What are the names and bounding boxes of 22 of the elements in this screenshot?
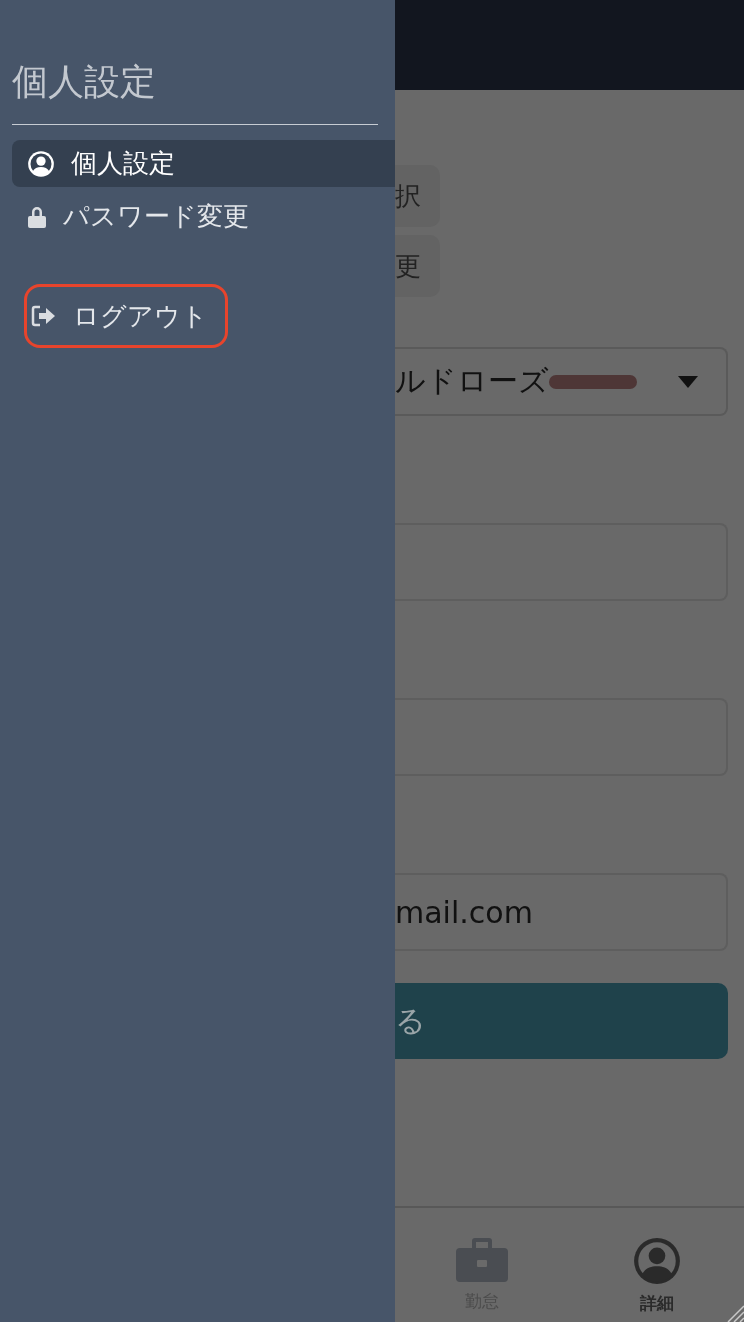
user-icon bbox=[27, 149, 55, 178]
input-field[interactable]: mail.com bbox=[395, 873, 728, 951]
input-field[interactable] bbox=[395, 523, 728, 601]
menu-item[interactable]: パスワード変更 bbox=[12, 193, 395, 240]
resize-grip-icon bbox=[726, 1304, 744, 1322]
option-button[interactable]: 更 bbox=[395, 235, 440, 297]
option-button[interactable]: 択 bbox=[395, 165, 440, 227]
select-field[interactable]: ルドローズ bbox=[395, 347, 728, 416]
briefcase-icon bbox=[454, 1236, 511, 1284]
drawer-title: 個人設定 bbox=[12, 60, 157, 104]
logout-icon bbox=[31, 305, 57, 327]
select-value: ルドローズ bbox=[395, 362, 549, 400]
logout-item[interactable]: ログアウト bbox=[24, 284, 228, 348]
menu-item[interactable]: 個人設定 bbox=[12, 140, 395, 187]
submit-button[interactable]: る bbox=[395, 983, 728, 1059]
nav-tab[interactable]: 詳細 bbox=[569, 1208, 744, 1322]
input-field[interactable] bbox=[395, 698, 728, 776]
nav-label: 詳細 bbox=[639, 1292, 674, 1315]
field-value: mail.com bbox=[395, 894, 533, 930]
lock-icon bbox=[27, 204, 47, 229]
user-icon bbox=[631, 1236, 682, 1286]
caret-icon bbox=[678, 375, 698, 388]
